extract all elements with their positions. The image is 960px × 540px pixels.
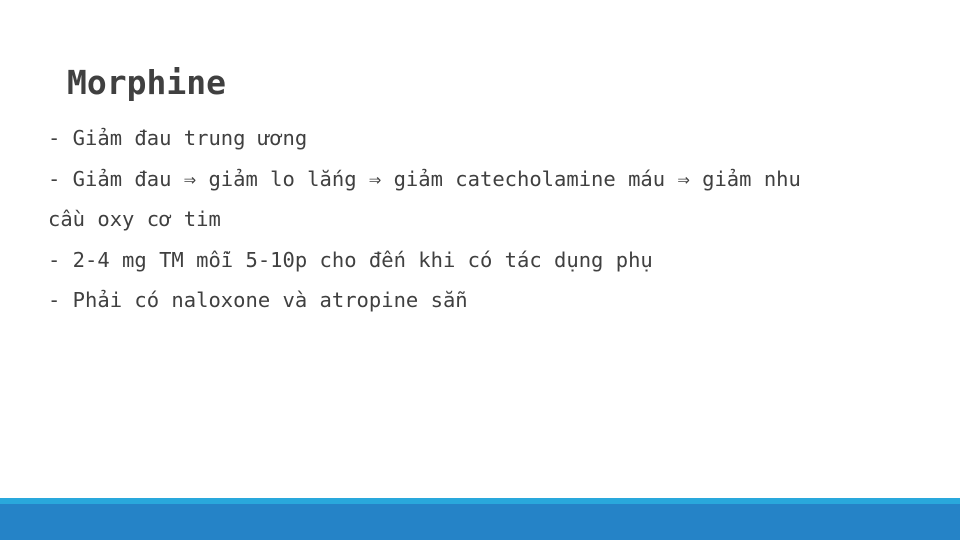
bullet-line: - Giảm đau ⇒ giảm lo lắng ⇒ giảm catecho… <box>48 166 801 191</box>
bullet-line: - Giảm đau trung ương <box>48 126 308 150</box>
footer-bar <box>0 504 960 540</box>
slide-title: Morphine <box>67 63 226 102</box>
bullet-line-continuation: cầu oxy cơ tim <box>48 207 221 231</box>
bullet-line: - Phải có naloxone và atropine sẵn <box>48 288 468 312</box>
bullet-line: - 2-4 mg TM mỗi 5-10p cho đến khi có tác… <box>48 247 653 272</box>
slide-body: - Giảm đau trung ương - Giảm đau ⇒ giảm … <box>48 118 868 321</box>
slide: Morphine - Giảm đau trung ương - Giảm đa… <box>0 0 960 540</box>
